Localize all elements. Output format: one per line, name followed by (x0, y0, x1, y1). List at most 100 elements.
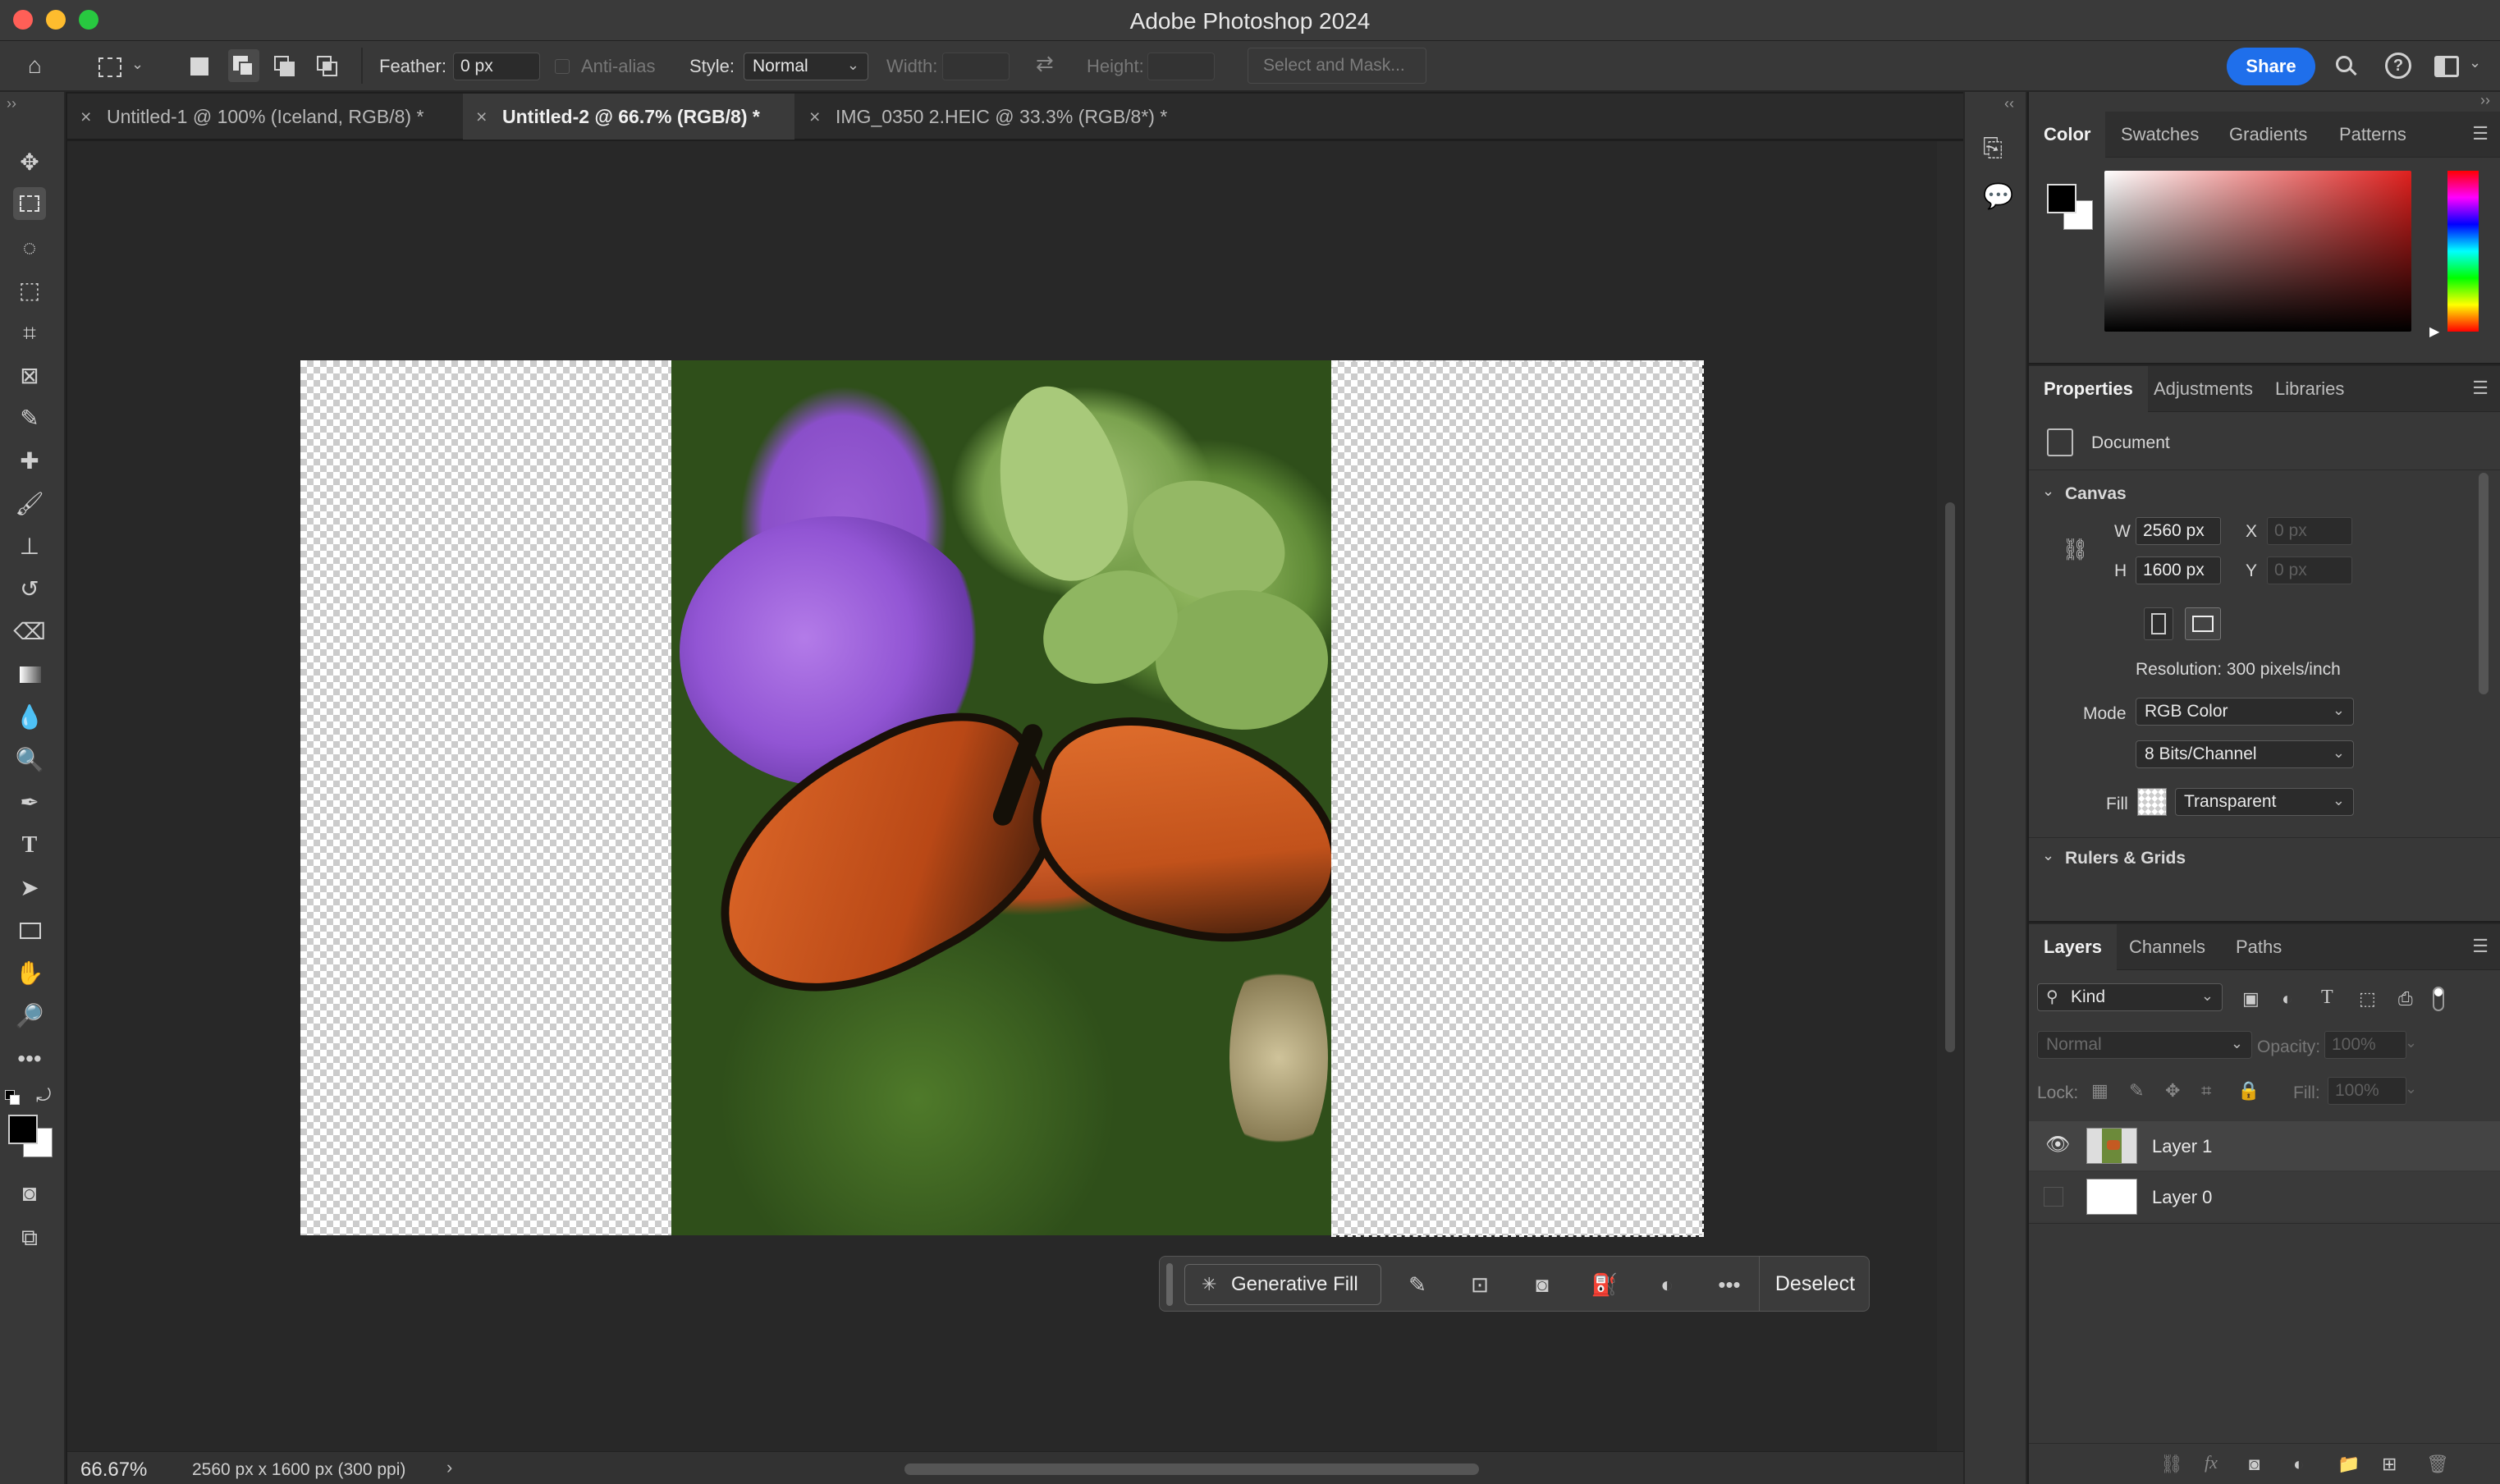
height-input[interactable] (1147, 53, 1215, 80)
close-tab-icon[interactable]: × (476, 94, 487, 140)
opacity-input[interactable]: 100% (2324, 1031, 2406, 1059)
canvas-height-input[interactable]: 1600 px (2136, 556, 2221, 584)
fg-bg-color-swatches[interactable] (2047, 184, 2096, 233)
fill-selection-icon[interactable]: ⛽ (1588, 1268, 1621, 1301)
type-layer-filter-icon[interactable]: T (2321, 987, 2333, 1009)
swap-colors-icon[interactable]: ⤾ (36, 1085, 51, 1106)
eyedropper-tool-icon[interactable]: ✎ (13, 402, 46, 435)
butterfly-photo[interactable] (671, 360, 1331, 1235)
history-brush-tool-icon[interactable]: ↺ (13, 573, 46, 606)
gradient-tool-icon[interactable] (13, 658, 46, 691)
chevron-down-icon[interactable]: ⌄ (2405, 1080, 2417, 1097)
lock-image-pixels-icon[interactable]: ✎ (2129, 1080, 2144, 1102)
pen-tool-icon[interactable]: ✒ (13, 786, 46, 819)
tab-img-0350[interactable]: × IMG_0350 2.HEIC @ 33.3% (RGB/8*) * (796, 94, 1190, 140)
tab-color[interactable]: Color (2029, 112, 2106, 158)
blur-tool-icon[interactable]: 💧 (13, 701, 46, 734)
object-selection-tool-icon[interactable]: ⬚ (13, 274, 46, 307)
canvas-area[interactable]: ✳ Generative Fill ✎ ⊡ ◙ ⛽ ◐ ••• Deselect (67, 141, 1963, 1451)
layer-name[interactable]: Layer 0 (2152, 1187, 2212, 1208)
invert-selection-icon[interactable]: ⊡ (1463, 1268, 1496, 1301)
more-tools-icon[interactable]: ••• (13, 1042, 46, 1075)
panel-menu-icon[interactable]: ☰ (2472, 936, 2489, 957)
horizontal-scroll-thumb[interactable] (904, 1463, 1479, 1475)
type-tool-icon[interactable]: T (13, 829, 46, 862)
fill-swatch[interactable] (2137, 788, 2167, 816)
smart-object-filter-icon[interactable]: ⎙ (2398, 988, 2413, 1010)
lock-position-icon[interactable]: ✥ (2165, 1080, 2180, 1102)
default-colors-icon[interactable] (5, 1090, 21, 1106)
adjustment-layer-filter-icon[interactable]: ◐ (2282, 988, 2292, 1010)
panel-menu-icon[interactable]: ☰ (2472, 123, 2489, 144)
chevron-down-icon[interactable]: ⌄ (2042, 483, 2054, 500)
hand-tool-icon[interactable]: ✋ (13, 957, 46, 990)
home-icon[interactable]: ⌂ (28, 53, 42, 79)
chevron-down-icon[interactable]: ⌄ (2469, 54, 2481, 71)
tab-patterns[interactable]: Patterns (2324, 112, 2421, 158)
chevron-down-icon[interactable]: ⌄ (2042, 847, 2054, 864)
anti-alias-checkbox[interactable] (555, 59, 570, 74)
fill-input[interactable]: 100% (2328, 1077, 2406, 1105)
link-layers-icon[interactable]: ⛓ (2160, 1454, 2183, 1475)
tab-channels[interactable]: Channels (2114, 924, 2220, 970)
layer-style-icon[interactable]: fx (2205, 1452, 2218, 1473)
style-select[interactable]: Normal ⌄ (744, 53, 868, 80)
shape-layer-filter-icon[interactable]: ⬚ (2359, 988, 2376, 1010)
add-to-selection-button[interactable] (228, 49, 259, 82)
mask-icon[interactable]: ◙ (1526, 1268, 1559, 1301)
intersect-selection-button[interactable] (317, 56, 338, 77)
tab-untitled-1[interactable]: × Untitled-1 @ 100% (Iceland, RGB/8) * (67, 94, 461, 140)
comments-icon[interactable]: 💬 (1983, 182, 2013, 211)
tab-adjustments[interactable]: Adjustments (2139, 366, 2268, 412)
modify-selection-brush-icon[interactable]: ✎ (1401, 1268, 1434, 1301)
new-adjustment-layer-icon[interactable]: ◐ (2293, 1454, 2304, 1475)
visibility-toggle[interactable] (2044, 1187, 2063, 1207)
chevron-right-icon[interactable]: › (446, 1457, 452, 1478)
canvas-section-title[interactable]: Canvas (2065, 484, 2127, 504)
lock-all-icon[interactable]: 🔒 (2237, 1080, 2260, 1102)
transparent-area-left[interactable] (300, 360, 671, 1235)
history-icon[interactable]: ⎘ (1983, 135, 2003, 163)
chevron-down-icon[interactable]: ⌄ (2405, 1034, 2417, 1051)
layer-filter-select[interactable]: ⚲ Kind ⌄ (2037, 983, 2223, 1011)
tab-libraries[interactable]: Libraries (2260, 366, 2359, 412)
vertical-scrollbar[interactable] (1937, 141, 1963, 1451)
foreground-color-swatch[interactable] (8, 1115, 38, 1144)
zoom-level[interactable]: 66.67% (80, 1459, 147, 1482)
brush-tool-icon[interactable]: 🖌 (13, 488, 46, 520)
link-icon[interactable]: ⛓ (2062, 537, 2089, 562)
rulers-grids-section-title[interactable]: Rulers & Grids (2065, 849, 2186, 868)
panel-menu-icon[interactable]: ☰ (2472, 378, 2489, 399)
feather-input[interactable]: 0 px (453, 53, 540, 80)
fill-select[interactable]: Transparent ⌄ (2175, 788, 2354, 816)
properties-scroll-thumb[interactable] (2479, 473, 2489, 694)
new-selection-button[interactable] (190, 57, 208, 76)
share-button[interactable]: Share (2227, 48, 2315, 85)
marquee-preset-picker[interactable]: ⌄ (89, 51, 151, 82)
trash-icon[interactable]: 🗑 (2426, 1454, 2449, 1475)
new-group-icon[interactable]: 📁 (2337, 1454, 2360, 1475)
rectangular-marquee-tool-icon[interactable] (13, 187, 46, 220)
more-options-icon[interactable]: ••• (1713, 1268, 1746, 1301)
drag-handle[interactable] (1166, 1263, 1173, 1306)
lock-artboard-icon[interactable]: ⌗ (2201, 1080, 2211, 1102)
hue-slider-handle-icon[interactable]: ▶ (2429, 323, 2439, 340)
tab-gradients[interactable]: Gradients (2214, 112, 2322, 158)
color-field[interactable] (2104, 171, 2411, 332)
adjustment-layer-icon[interactable]: ◐ (1651, 1268, 1683, 1301)
canvas-x-input[interactable]: 0 px (2267, 517, 2352, 545)
zoom-tool-icon[interactable]: 🔎 (13, 1000, 46, 1033)
tab-properties[interactable]: Properties (2029, 366, 2148, 412)
move-tool-icon[interactable]: ✥ (13, 146, 46, 179)
swap-width-height-icon[interactable]: ⇄ (1036, 51, 1054, 76)
clone-stamp-tool-icon[interactable]: ⊥ (13, 530, 46, 563)
layer-row-layer-1[interactable]: 👁 Layer 1 (2029, 1121, 2500, 1170)
layer-row-layer-0[interactable]: Layer 0 (2029, 1172, 2500, 1221)
lasso-tool-icon[interactable]: ◌ (13, 231, 46, 264)
frame-tool-icon[interactable]: ⊠ (13, 360, 46, 392)
healing-brush-tool-icon[interactable]: ✚ (13, 445, 46, 478)
add-mask-icon[interactable]: ◙ (2249, 1454, 2260, 1475)
tab-paths[interactable]: Paths (2221, 924, 2296, 970)
tab-untitled-2[interactable]: × Untitled-2 @ 66.7% (RGB/8) * (463, 94, 794, 140)
lock-transparent-pixels-icon[interactable]: ▦ (2091, 1080, 2109, 1102)
